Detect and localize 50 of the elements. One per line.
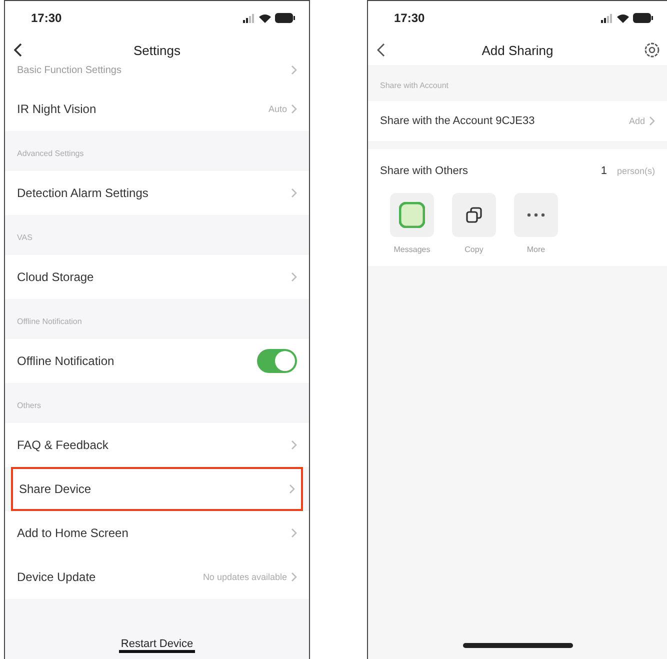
row-value: Add — [628, 116, 645, 126]
status-time: 17:30 — [31, 11, 62, 25]
nav-title: Add Sharing — [482, 42, 554, 58]
nav-title: Settings — [134, 42, 180, 58]
chevron-icon — [291, 65, 297, 75]
share-account-row[interactable]: Share with the Account 9CJE33 Add — [368, 101, 667, 141]
restart-button[interactable]: Restart Device — [118, 638, 196, 652]
section-header: Others — [16, 400, 42, 412]
settings-row[interactable]: Cloud Storage — [5, 255, 309, 299]
battery-icon — [633, 13, 653, 23]
chevron-icon — [291, 104, 297, 114]
share-others-label: Share with Others — [380, 165, 468, 177]
section-header: VAS — [16, 232, 34, 244]
settings-row[interactable]: FAQ & Feedback — [5, 423, 309, 467]
section-header: Share with Account — [379, 80, 450, 92]
row-value: Auto — [268, 104, 287, 114]
row-value: No updates available — [202, 572, 287, 582]
copy-icon — [465, 206, 483, 224]
wifi-icon — [259, 14, 271, 22]
more-icon — [526, 212, 546, 218]
person-count: 1 — [600, 165, 607, 177]
chevron-icon — [291, 572, 297, 582]
chevron-icon — [289, 484, 295, 494]
settings-row[interactable]: Share Device — [11, 467, 303, 511]
settings-row[interactable]: Detection Alarm Settings — [5, 171, 309, 215]
share-option-label: Messages — [394, 245, 430, 254]
settings-icon[interactable] — [644, 42, 660, 58]
battery-icon — [275, 13, 295, 23]
signal-icon — [601, 14, 613, 22]
status-time: 17:30 — [394, 11, 425, 25]
settings-row: Offline Notification — [5, 339, 309, 383]
share-option-label: Copy — [464, 245, 484, 254]
section-header: Offline Notification — [16, 316, 83, 328]
settings-row[interactable]: Device Update No updates available — [5, 555, 309, 599]
signal-icon — [243, 14, 255, 22]
share-option-label: More — [526, 245, 546, 254]
settings-row[interactable]: Add to Home Screen — [5, 511, 309, 555]
back-icon[interactable] — [377, 43, 385, 57]
chevron-icon — [649, 116, 655, 126]
chevron-icon — [291, 188, 297, 198]
section-header: Advanced Settings — [16, 148, 85, 160]
chevron-icon — [291, 440, 297, 450]
settings-row[interactable]: IR Night Vision Auto — [5, 87, 309, 131]
wifi-icon — [617, 14, 629, 22]
chevron-icon — [291, 272, 297, 282]
toggle-switch[interactable] — [257, 349, 297, 373]
chevron-icon — [291, 528, 297, 538]
back-icon[interactable] — [14, 43, 22, 57]
count-unit: person(s) — [616, 166, 655, 176]
share-option-button[interactable] — [452, 193, 496, 237]
